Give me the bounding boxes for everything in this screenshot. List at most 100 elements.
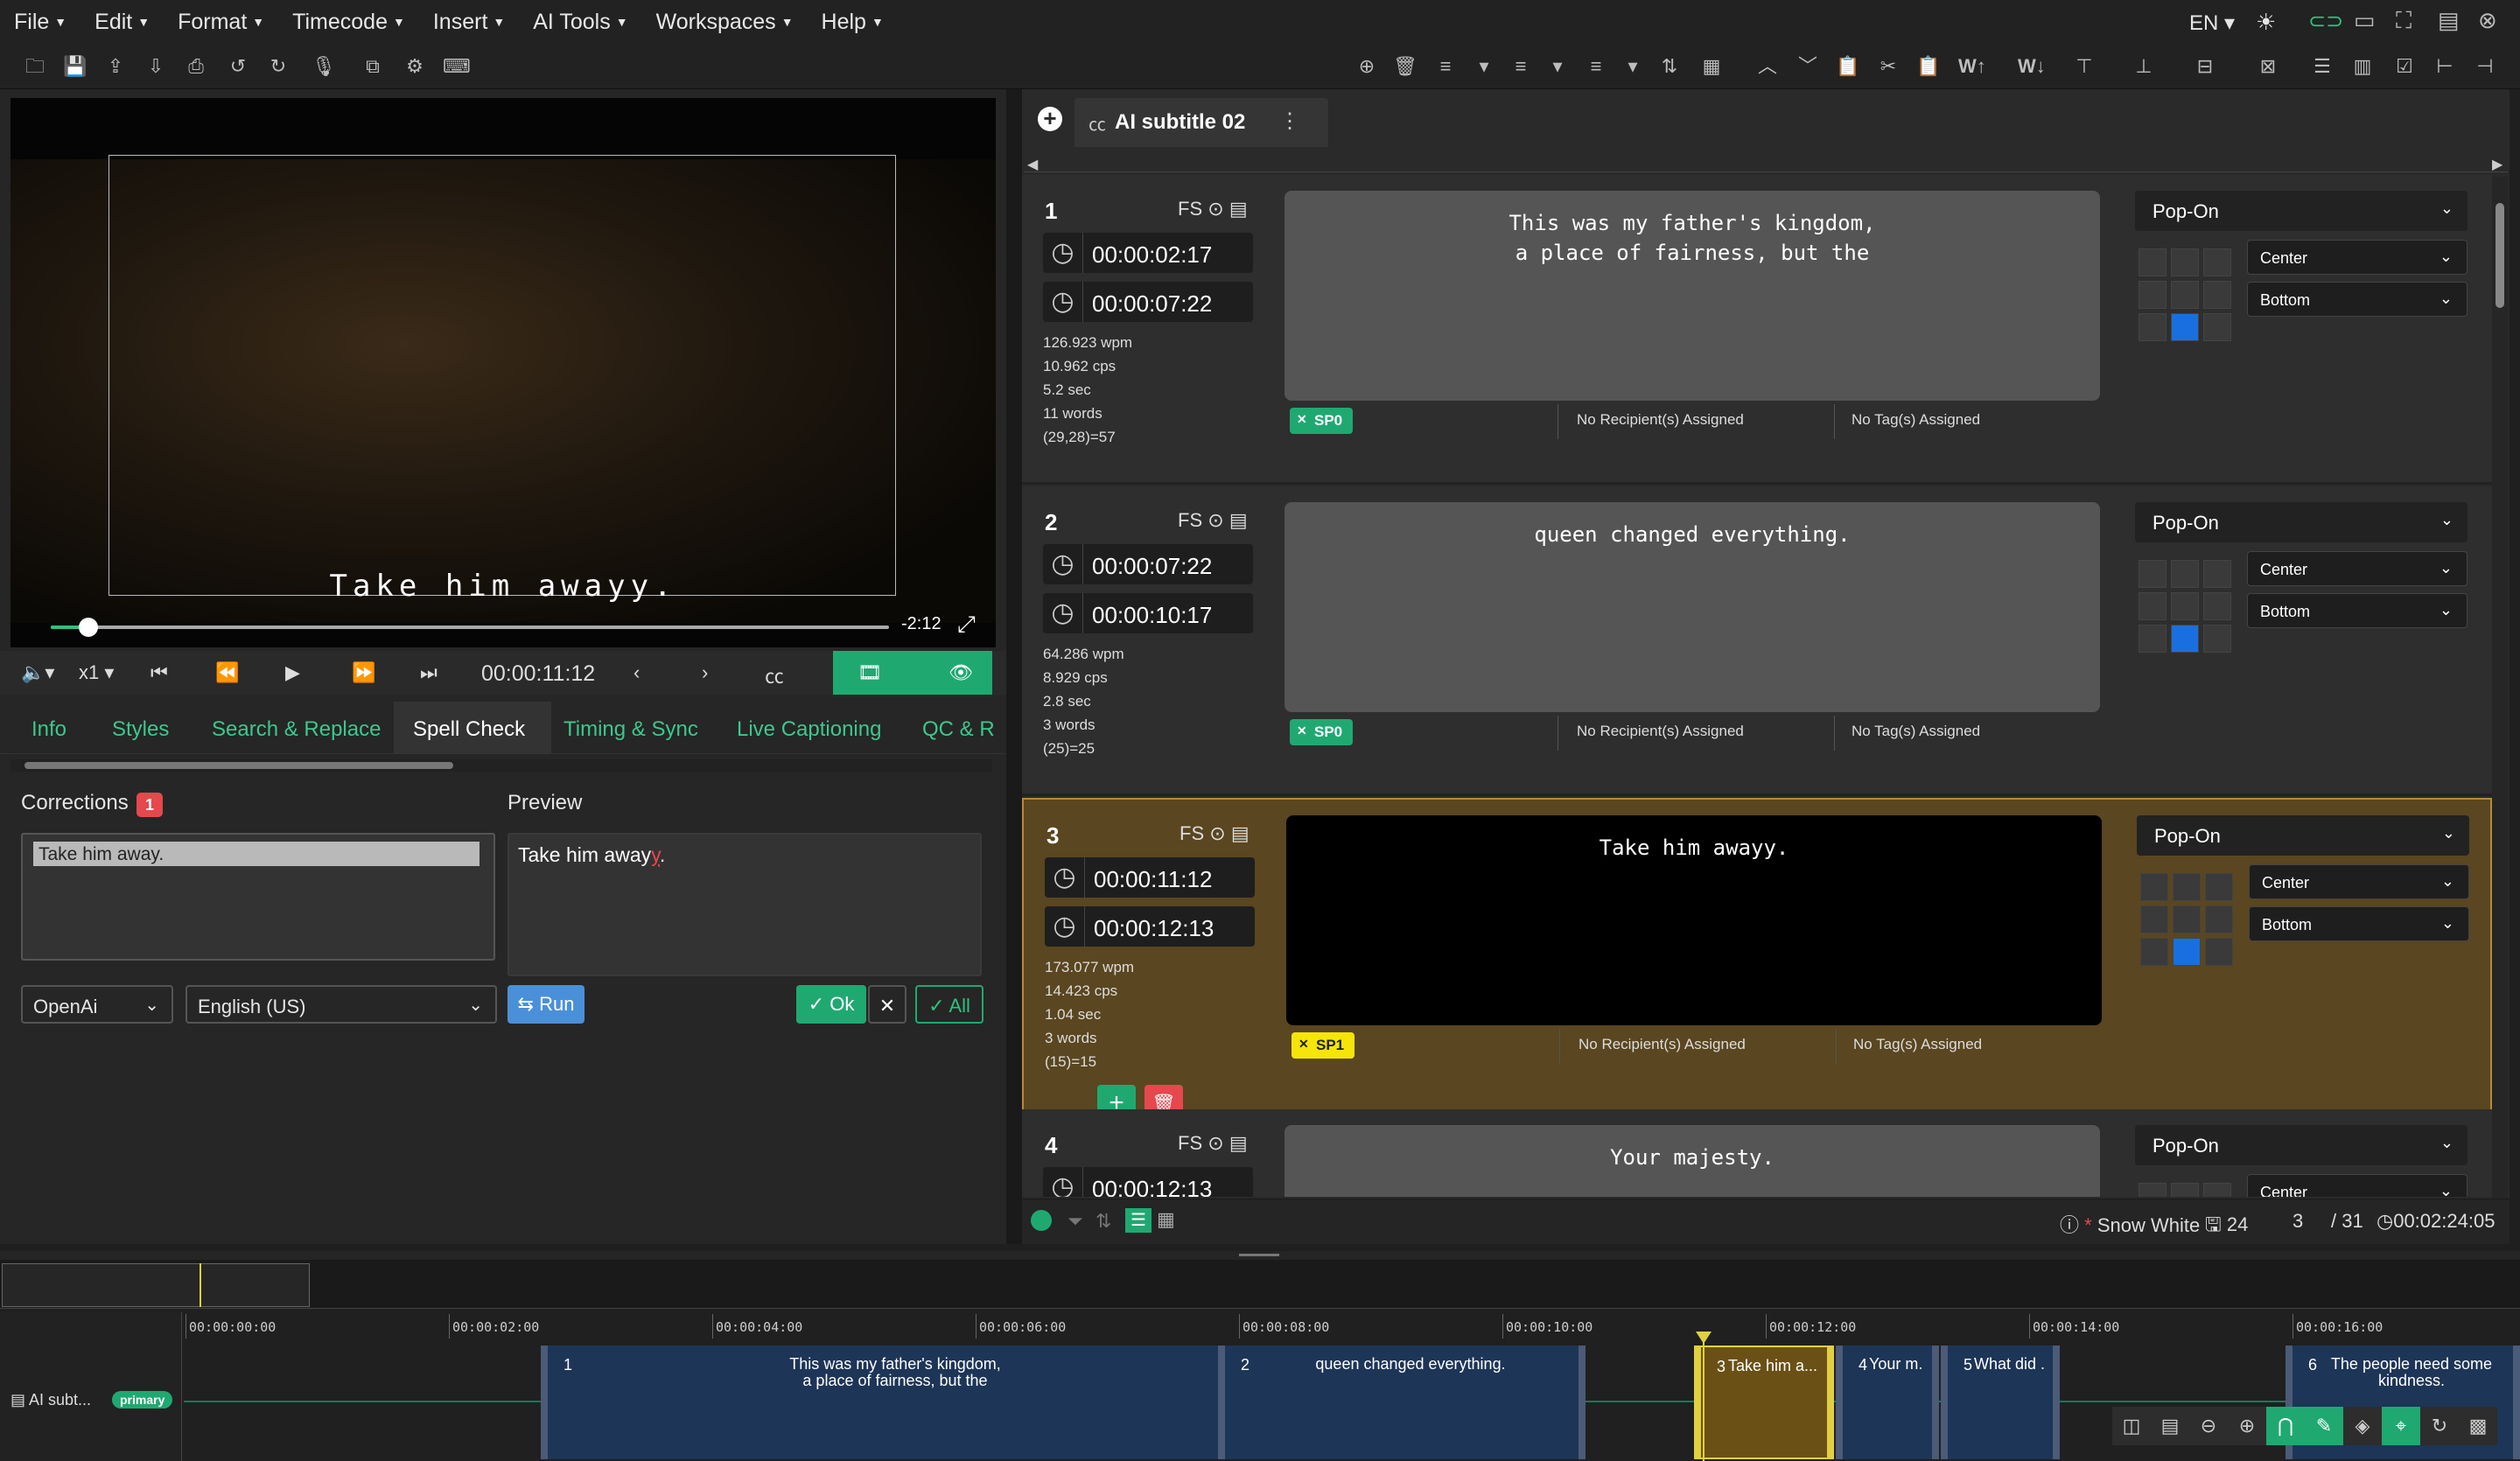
- position-cell[interactable]: [2138, 1183, 2166, 1197]
- comment-icon[interactable]: ▤: [1229, 1132, 1248, 1154]
- redo-icon[interactable]: ↻: [266, 54, 290, 79]
- tab-info[interactable]: Info: [32, 717, 66, 742]
- event-flags[interactable]: FS ⊙ ▤: [1178, 509, 1248, 532]
- translate-icon[interactable]: ⧉: [360, 54, 385, 79]
- subtitle-text-editor[interactable]: queen changed everything.: [1284, 502, 2100, 712]
- link-icon[interactable]: ⊂⊃: [2308, 9, 2343, 34]
- timecode-out-value[interactable]: 00:00:10:17: [1092, 602, 1212, 629]
- check-icon[interactable]: ⊙: [1208, 1132, 1223, 1154]
- caption-lock-icon[interactable]: ㏄: [765, 661, 784, 689]
- scroll-right-icon[interactable]: ▶: [2492, 156, 2502, 173]
- list-view-icon[interactable]: ☰: [1125, 1208, 1152, 1233]
- document-menu-icon[interactable]: ⋮: [1279, 108, 1300, 134]
- upload-icon[interactable]: ⇪: [103, 54, 128, 79]
- event-flags[interactable]: FS ⊙ ▤: [1180, 822, 1250, 845]
- recipients-field[interactable]: No Recipient(s) Assigned: [1578, 1036, 1746, 1053]
- horizontal-align-select[interactable]: Center ⌄: [2247, 1174, 2468, 1197]
- position-cell[interactable]: [2171, 625, 2199, 653]
- video-progress-knob[interactable]: [79, 618, 99, 637]
- language-selector[interactable]: EN ▾: [2189, 10, 2235, 36]
- timeline-waveform-icon[interactable]: ▤: [2151, 1407, 2189, 1445]
- refresh-icon[interactable]: ↻: [2420, 1407, 2459, 1445]
- timecode-in-value[interactable]: 00:00:12:13: [1092, 1176, 1212, 1197]
- position-cell[interactable]: [2203, 313, 2231, 341]
- add-document-icon[interactable]: +: [1038, 107, 1062, 131]
- reject-button[interactable]: ✕: [868, 985, 906, 1024]
- snap-left-icon[interactable]: ⊢: [2432, 54, 2457, 79]
- engine-select[interactable]: OpenAi ⌄: [21, 985, 173, 1024]
- speaker-badge[interactable]: ✕ SP0: [1290, 719, 1354, 745]
- align-center-icon[interactable]: ≡: [1508, 54, 1533, 79]
- recipients-field[interactable]: No Recipient(s) Assigned: [1577, 723, 1744, 740]
- menu-file[interactable]: File ▼: [0, 0, 80, 44]
- timeline-resizer[interactable]: [0, 1251, 2520, 1260]
- vertical-align-select[interactable]: Bottom ⌄: [2247, 282, 2468, 317]
- tags-field[interactable]: No Tag(s) Assigned: [1853, 1036, 1982, 1053]
- magnet-icon[interactable]: ⋂: [2266, 1407, 2305, 1445]
- previous-frame-icon[interactable]: ‹: [634, 661, 640, 684]
- accept-all-button[interactable]: ✓ All: [915, 985, 984, 1024]
- scroll-left-icon[interactable]: ◀: [1027, 156, 1038, 173]
- marker-icon[interactable]: ⌖: [2382, 1407, 2420, 1445]
- word-up-icon[interactable]: W↑: [1958, 54, 1986, 79]
- menu-format[interactable]: Format ▼: [164, 0, 278, 44]
- tab-styles[interactable]: Styles: [112, 717, 169, 742]
- play-icon[interactable]: ▶: [285, 661, 300, 684]
- zoom-out-icon[interactable]: ⊖: [2189, 1407, 2228, 1445]
- menu-edit[interactable]: Edit ▼: [80, 0, 164, 44]
- next-frame-icon[interactable]: ›: [702, 661, 708, 684]
- align-dropdown-icon[interactable]: ▾: [1472, 54, 1496, 79]
- position-cell[interactable]: [2203, 1183, 2231, 1197]
- position-cell[interactable]: [2205, 905, 2233, 933]
- timeline-segment[interactable]: 1 This was my father's kingdom, a place o…: [541, 1346, 1232, 1459]
- tags-field[interactable]: No Tag(s) Assigned: [1852, 411, 1980, 429]
- timeline-overview[interactable]: [0, 1260, 2520, 1309]
- position-cell[interactable]: [2138, 560, 2166, 588]
- position-cell[interactable]: [2173, 905, 2201, 933]
- position-cell[interactable]: [2171, 248, 2199, 276]
- position-cell[interactable]: [2140, 905, 2168, 933]
- check-icon[interactable]: ⊙: [1209, 822, 1225, 844]
- align-right-icon[interactable]: ≡: [1584, 54, 1608, 79]
- check-icon[interactable]: ⊙: [1208, 509, 1223, 531]
- position-cell[interactable]: [2171, 592, 2199, 620]
- save-icon[interactable]: 💾: [63, 54, 88, 79]
- align-right-dropdown-icon[interactable]: ▾: [1620, 54, 1645, 79]
- video-player[interactable]: Take him awayy. -2:12 ⤢: [10, 98, 996, 647]
- merge-icon[interactable]: ⊠: [2256, 54, 2280, 79]
- events-scrollbar[interactable]: [2492, 177, 2508, 1199]
- notes-icon[interactable]: ▤: [2438, 7, 2460, 34]
- sort-icon-status[interactable]: ⇅: [1096, 1210, 1111, 1233]
- timeline-split-icon[interactable]: ◫: [2112, 1407, 2151, 1445]
- vertical-align-select[interactable]: Bottom ⌄: [2247, 593, 2468, 628]
- tab-spell-check[interactable]: Spell Check: [413, 717, 525, 742]
- cut-icon[interactable]: ✂: [1876, 54, 1900, 79]
- subtitle-event-card[interactable]: 3 FS ⊙ ▤ ◷ 00:00:11:12 ◷ 00:00:12:13 173.077 w…: [1022, 798, 2492, 1123]
- position-cell[interactable]: [2171, 313, 2199, 341]
- subtitle-text-editor[interactable]: Your majesty.: [1284, 1125, 2100, 1197]
- split-icon[interactable]: ⊟: [2193, 54, 2217, 79]
- clipboard-icon[interactable]: 📋: [1836, 54, 1860, 79]
- tab-qc[interactable]: QC & R: [922, 717, 995, 742]
- position-cell[interactable]: [2140, 873, 2168, 901]
- tab-search-replace[interactable]: Search & Replace: [212, 717, 381, 742]
- timecode-in-value[interactable]: 00:00:07:22: [1092, 553, 1212, 580]
- menu-ai-tools[interactable]: AI Tools ▼: [519, 0, 641, 44]
- caption-mode-select[interactable]: Pop-On ⌄: [2137, 815, 2469, 856]
- close-icon[interactable]: ⊗: [2478, 7, 2497, 34]
- timecode-in[interactable]: ◷ 00:00:07:22: [1043, 544, 1253, 584]
- horizontal-align-select[interactable]: Center ⌄: [2249, 864, 2469, 899]
- rewind-icon[interactable]: ⏪: [215, 661, 239, 684]
- timecode-out-value[interactable]: 00:00:07:22: [1092, 290, 1212, 318]
- position-cell[interactable]: [2203, 625, 2231, 653]
- volume-icon[interactable]: 🔈▾: [21, 661, 54, 684]
- timeline-segment[interactable]: 5What did ...: [1941, 1346, 2060, 1459]
- caption-mode-select[interactable]: Pop-On ⌄: [2135, 191, 2468, 231]
- download-icon[interactable]: ⇩: [144, 54, 168, 79]
- timecode-in-value[interactable]: 00:00:11:12: [1094, 866, 1212, 893]
- tab-live-captioning[interactable]: Live Captioning: [737, 717, 881, 742]
- check-icon[interactable]: ⊙: [1208, 198, 1223, 220]
- caption-mode-select[interactable]: Pop-On ⌄: [2135, 1125, 2468, 1165]
- table-icon[interactable]: ▦: [1699, 54, 1724, 79]
- fullscreen-icon[interactable]: ⛶: [2396, 7, 2412, 35]
